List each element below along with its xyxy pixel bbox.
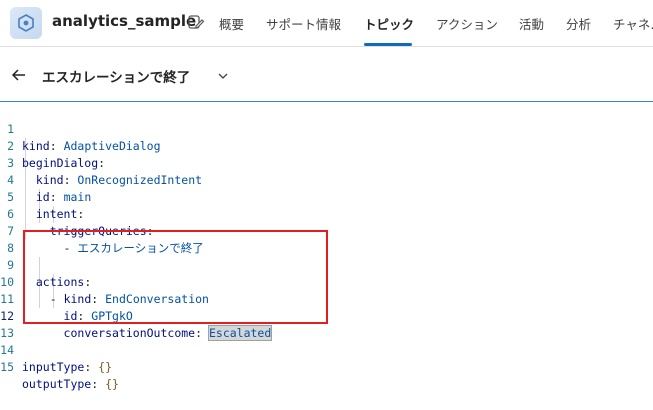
chevron-down-icon[interactable] (216, 68, 230, 82)
yaml-key: intent (35, 207, 78, 221)
code-line: 6 triggerQueries: (0, 189, 154, 238)
yaml-key: triggerQueries (49, 224, 147, 238)
copilot-agent-icon[interactable] (10, 7, 42, 39)
yaml-key: kind (63, 292, 92, 306)
edit-agent-icon[interactable] (187, 13, 205, 31)
tab-actions[interactable]: アクション (436, 14, 498, 33)
code-line: 9 actions: (0, 240, 91, 289)
tab-topics[interactable]: トピック (364, 14, 414, 33)
yaml-key: id (63, 309, 78, 323)
code-line: 10 - kind: EndConversation (0, 275, 209, 306)
yaml-key: outputType (22, 377, 92, 391)
topic-title: エスカレーションで終了 (42, 70, 191, 86)
yaml-value: OnRecognizedIntent (77, 173, 203, 187)
editor-top-border (0, 101, 653, 102)
code-line: 5 intent: (0, 172, 84, 221)
tab-overview[interactable]: 概要 (219, 14, 244, 33)
code-line: 12 conversationOutcome: Escalated (0, 309, 273, 341)
yaml-key: kind (35, 173, 64, 187)
code-line: 14 inputType: {} (0, 343, 113, 374)
code-line: 3 kind: OnRecognizedIntent (0, 138, 202, 187)
code-line: 1 kind: AdaptiveDialog (0, 104, 160, 153)
yaml-key: id (35, 190, 50, 204)
yaml-key: beginDialog (22, 156, 99, 170)
yaml-value: {} (105, 377, 119, 391)
yaml-value: GPTgkO (91, 309, 133, 323)
yaml-value: AdaptiveDialog (63, 139, 161, 153)
yaml-key: conversationOutcome (63, 326, 196, 340)
yaml-value: {} (98, 360, 113, 374)
agent-name: analytics_sample (52, 12, 197, 30)
top-navigation-bar: analytics_sample 概要 サポート情報 トピック アクション 活動… (0, 0, 653, 47)
tab-channels[interactable]: チャネ... (613, 14, 653, 33)
tab-activity[interactable]: 活動 (519, 14, 544, 33)
code-editor[interactable]: 1 kind: AdaptiveDialog 2 beginDialog: 3 … (0, 104, 653, 391)
code-line: 7 - エスカレーションで終了 (0, 206, 204, 255)
line-number: 15 (0, 360, 14, 374)
yaml-key: inputType (22, 360, 85, 374)
selected-yaml-value[interactable]: Escalated (207, 325, 273, 341)
yaml-value: エスカレーションで終了 (77, 241, 204, 255)
code-line: 8 (0, 223, 28, 255)
yaml-list-dash: - (63, 241, 71, 255)
tab-knowledge[interactable]: サポート情報 (266, 14, 341, 33)
code-line: 11 id: GPTgkO (0, 292, 133, 323)
yaml-key: actions (35, 275, 85, 289)
tab-analytics[interactable]: 分析 (566, 14, 591, 33)
active-tab-indicator (364, 43, 412, 46)
code-line: 2 beginDialog: (0, 121, 105, 170)
yaml-value: main (63, 190, 92, 204)
back-arrow-icon[interactable] (10, 66, 28, 84)
code-line: 4 id: main (0, 155, 91, 204)
code-line: 15 outputType: {} (0, 360, 119, 391)
code-line: 13 (0, 308, 28, 340)
yaml-value: EndConversation (105, 292, 209, 306)
